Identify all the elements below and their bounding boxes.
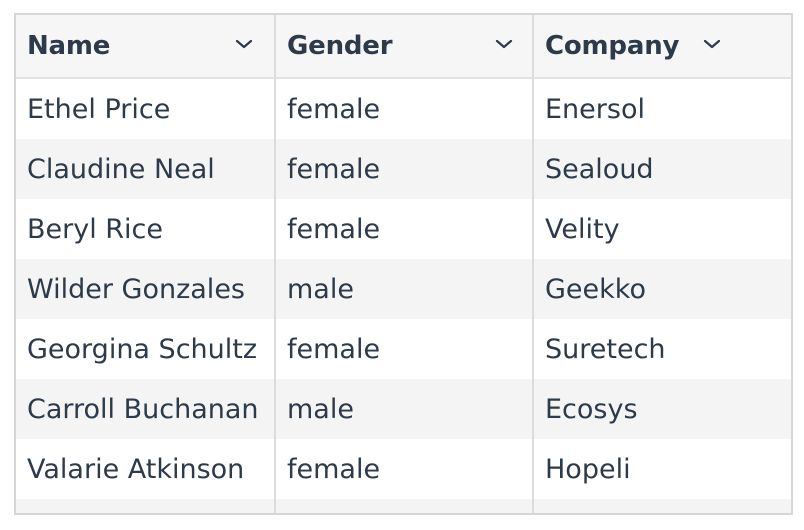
cell-name[interactable]: Claudine Neal [16,139,276,199]
cell-company[interactable]: Enersol [534,79,791,139]
chevron-down-icon[interactable] [494,36,514,52]
chevron-down-icon[interactable] [702,36,722,52]
grid-header: Name Gender Company [16,15,791,79]
column-header-label: Name [27,31,111,61]
table-row[interactable]: Georgina Schultz female Suretech [16,319,791,379]
table-row[interactable]: Valarie Atkinson female Hopeli [16,439,791,499]
table-row[interactable]: Beryl Rice female Velity [16,199,791,259]
cell-company[interactable]: Ecosys [534,379,791,439]
cell-company[interactable]: Geekko [534,259,791,319]
chevron-down-icon[interactable] [234,36,254,52]
cell-name[interactable]: Ethel Price [16,79,276,139]
cell-name[interactable]: Valarie Atkinson [16,439,276,499]
grid-body: Ethel Price female Enersol Claudine Neal… [16,79,791,513]
cell-name[interactable]: Carroll Buchanan [16,379,276,439]
cell-company[interactable] [534,499,791,513]
table-row[interactable]: Wilder Gonzales male Geekko [16,259,791,319]
cell-name[interactable] [16,499,276,513]
column-header-label: Gender [287,31,393,61]
column-header-gender[interactable]: Gender [276,15,534,77]
cell-gender[interactable] [276,499,534,513]
table-row[interactable] [16,499,791,513]
cell-company[interactable]: Velity [534,199,791,259]
cell-name[interactable]: Beryl Rice [16,199,276,259]
table-row[interactable]: Claudine Neal female Sealoud [16,139,791,199]
column-header-name[interactable]: Name [16,15,276,77]
cell-company[interactable]: Sealoud [534,139,791,199]
cell-company[interactable]: Suretech [534,319,791,379]
cell-gender[interactable]: female [276,199,534,259]
cell-gender[interactable]: female [276,319,534,379]
cell-gender[interactable]: male [276,259,534,319]
table-row[interactable]: Ethel Price female Enersol [16,79,791,139]
cell-gender[interactable]: female [276,79,534,139]
column-header-label: Company [545,31,680,61]
cell-gender[interactable]: female [276,139,534,199]
cell-name[interactable]: Georgina Schultz [16,319,276,379]
cell-company[interactable]: Hopeli [534,439,791,499]
column-header-company[interactable]: Company [534,15,791,77]
cell-gender[interactable]: female [276,439,534,499]
data-grid: Name Gender Company Ethel Price female E… [14,13,793,515]
table-row[interactable]: Carroll Buchanan male Ecosys [16,379,791,439]
cell-name[interactable]: Wilder Gonzales [16,259,276,319]
cell-gender[interactable]: male [276,379,534,439]
